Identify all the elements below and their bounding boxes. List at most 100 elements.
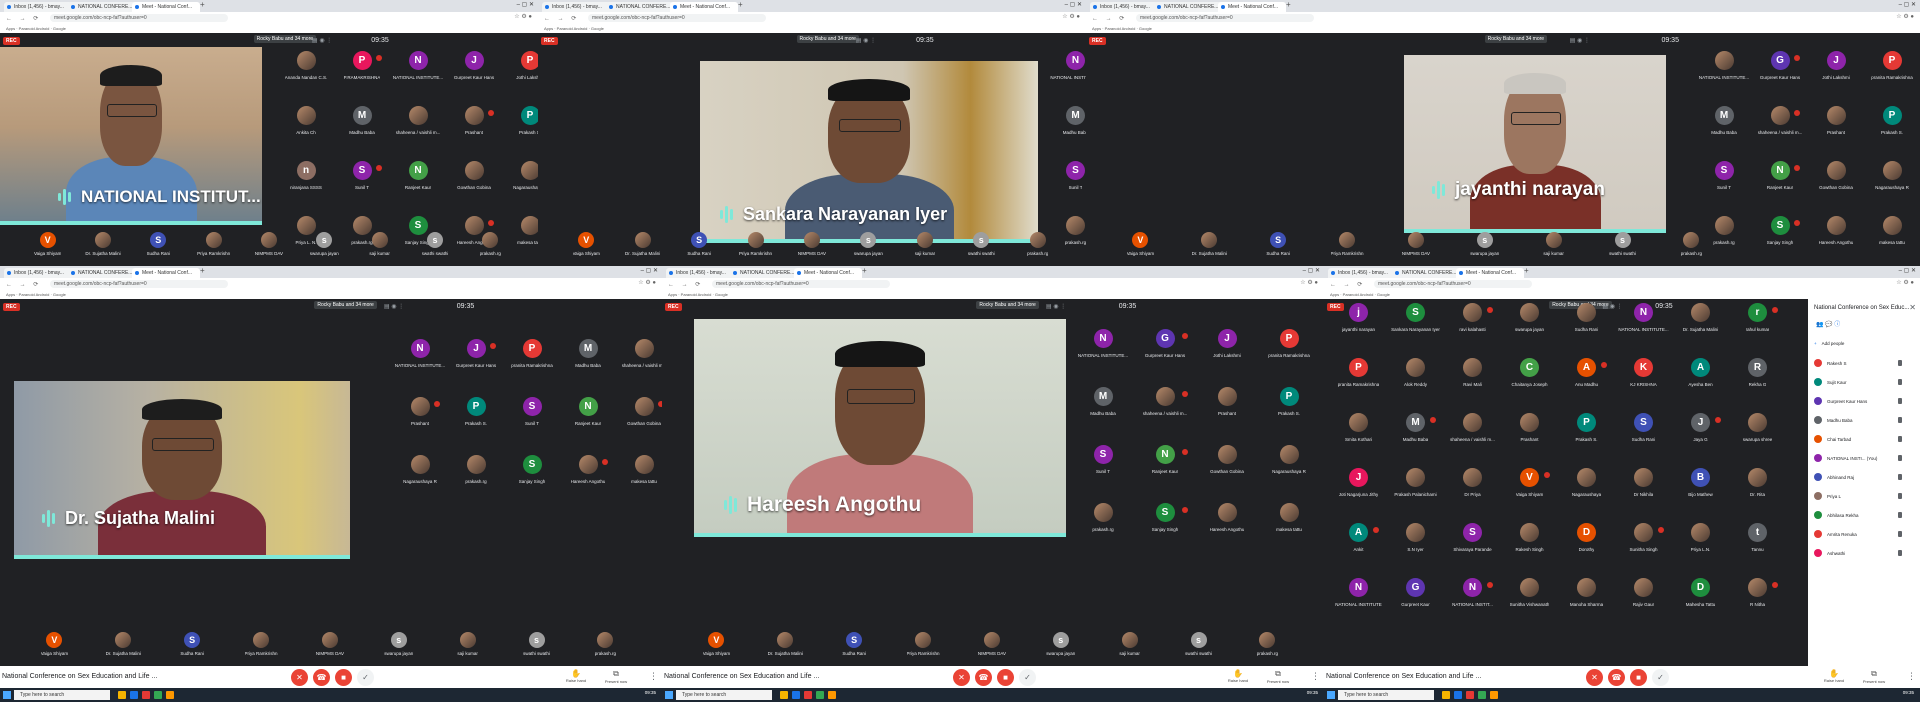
participant-tile[interactable]: S Sudha Rani [169,632,215,660]
people-panel-tabs[interactable]: 👥 💬 ⓘ [1816,319,1840,328]
participant-tile[interactable]: swarupa shree [1729,413,1786,468]
participant-tile[interactable]: S Sudha Rani [1255,232,1301,260]
participant-tile[interactable]: s swarupa jayan [1462,232,1508,260]
taskbar-search[interactable]: Type here to search [1338,690,1434,700]
participant-tile[interactable]: prakash.rg [467,232,513,260]
participant-tile[interactable]: S Sunil T [1072,445,1134,503]
leave-call-button[interactable]: ☎ [975,669,992,686]
header-icons[interactable]: ▤ ◉ ⋮ [1570,37,1590,44]
participant-tile[interactable]: S Sanjay Singh [1134,503,1196,561]
participant-tile[interactable]: Smita Kothari [1330,413,1387,468]
participant-tile[interactable]: S Sudha Rani [676,232,722,260]
taskbar-app-icon[interactable] [816,691,824,699]
windows-start-icon[interactable] [665,691,673,699]
participant-tile[interactable]: Ppranita Ramakrishna [1258,329,1320,387]
participant-tile[interactable]: Prashant [1196,387,1258,445]
taskbar-search[interactable]: Type here to search [14,690,110,700]
participant-tile[interactable]: Gowthan Gobina [446,161,502,216]
navigation-icons[interactable]: ← → ⟳ [668,281,703,288]
participant-tile[interactable]: prakash.rg [1668,232,1714,260]
taskbar-app-icon[interactable] [130,691,138,699]
participant-tile[interactable]: shaheena / vaishli m... [1134,387,1196,445]
participant-tile[interactable]: saji kumar [1531,232,1577,260]
participant-tile[interactable]: s swarupa jayan [845,232,891,260]
mic-off-button[interactable]: ✕ [1586,669,1603,686]
participant-tile[interactable]: C Chaitanya Joseph [1501,358,1558,413]
participant-tile[interactable]: r rahul kumar [1729,303,1786,358]
taskbar-app-icon[interactable] [1490,691,1498,699]
participant-tile[interactable]: n niranjana SSSS [278,161,334,216]
address-bar[interactable]: meet.google.com/obc-ncp-faf?authuser=0 [712,280,890,288]
people-list-item[interactable]: Chai Tarbad [1814,433,1902,445]
participant-tile[interactable]: prakash.rg [582,632,628,660]
participant-tile[interactable]: N NATIONAL INSTITUTE... [390,51,446,106]
active-speaker-video[interactable]: jayanthi narayan [1404,55,1666,233]
mic-off-button[interactable]: ✕ [953,669,970,686]
participant-tile[interactable]: Gowthan Gobina [1808,161,1864,216]
pin-icon[interactable] [1898,550,1902,556]
browser-tab[interactable]: Meet - National Conf... [1218,2,1286,12]
participant-tile[interactable]: G Gurpreet Kaur [1387,578,1444,633]
extension-icons[interactable]: ☆ ⚙ ● [1062,13,1080,20]
participant-tile[interactable]: N NATIONAL INSTIT... [1444,578,1501,633]
new-tab-icon[interactable]: + [1524,266,1529,275]
participant-tile[interactable]: s swathi swathi [1176,632,1222,660]
participant-tile[interactable]: S Sudha Rani [831,632,877,660]
extension-icons[interactable]: ☆ ⚙ ● [1896,279,1914,286]
participant-tile[interactable]: Nagaraushaya R [502,161,538,216]
participant-tile[interactable]: N NATIONAL INSTITUTE... [1048,51,1086,106]
participant-tile[interactable]: Prashant [446,106,502,161]
participant-tile[interactable]: swarupa jayan [1501,303,1558,358]
participant-tile[interactable]: Gowthan Gobina [616,397,662,455]
participant-tile[interactable]: Ankita Ch [278,106,334,161]
participant-tile[interactable]: Nagaraushaya R [1864,161,1920,216]
mic-off-button[interactable]: ✕ [291,669,308,686]
window-controls[interactable]: – ▢ ✕ [517,1,534,8]
host-chip[interactable]: Rocky Babu and 34 more [1484,35,1548,43]
participant-tile[interactable]: M Madhu Baba [560,339,616,397]
participant-tile[interactable]: Prashant [392,397,448,455]
more-options-icon[interactable]: ⋮ [649,671,658,682]
window-controls[interactable]: – ▢ ✕ [1899,1,1916,8]
participant-tile[interactable]: Ppranita Ramakrishna [1864,51,1920,106]
taskbar-search[interactable]: Type here to search [676,690,772,700]
captions-button[interactable]: ✓ [357,669,374,686]
people-list-item[interactable]: NATIONAL INSTI... (You) [1814,452,1902,464]
participant-tile[interactable]: s swarupa jayan [301,232,347,260]
participant-tile[interactable]: Ananda Nandan C.S. [278,51,334,106]
pin-icon[interactable] [1898,417,1902,423]
participant-tile[interactable]: Prakash Palanichami [1387,468,1444,523]
active-speaker-video[interactable]: Sankara Narayanan Iyer [700,61,1038,243]
participant-tile[interactable]: N Ranjeet Kaur [560,397,616,455]
participant-tile[interactable]: G Gurpreet Kaur Hans [1752,51,1808,106]
pin-icon[interactable] [1898,360,1902,366]
participant-tile[interactable]: S.N Iyer [1387,523,1444,578]
camera-off-button[interactable]: ■ [997,669,1014,686]
people-list-item[interactable]: Ashwathi [1814,547,1902,559]
participant-tile[interactable]: S Shivaraya Parande [1444,523,1501,578]
captions-button[interactable]: ✓ [1019,669,1036,686]
browser-tab[interactable]: NATIONAL CONFERE... [1154,2,1222,12]
raise-hand-button[interactable]: ✋ Raise hand [562,669,590,683]
active-speaker-video[interactable]: NATIONAL INSTITUT... [0,47,262,225]
participant-tile[interactable]: Dr. Sujatha Malini [762,632,808,660]
participant-tile[interactable]: saji kumar [357,232,403,260]
participant-tile[interactable]: ravi kalahasti [1444,303,1501,358]
raise-hand-button[interactable]: ✋ Raise hand [1224,669,1252,683]
participant-tile[interactable]: S Sudha Rani [1615,413,1672,468]
pin-icon[interactable] [1898,512,1902,518]
participant-tile[interactable]: Dr. Sujatha Malini [80,232,126,260]
participant-tile[interactable]: Rajiv Gaur [1615,578,1672,633]
participant-tile[interactable]: P Prakash S. [502,106,538,161]
participant-tile[interactable]: J Gurpreet Kaur Hans [446,51,502,106]
pin-icon[interactable] [1898,493,1902,499]
participant-tile[interactable]: s swarupa jayan [1038,632,1084,660]
address-bar[interactable]: meet.google.com/obc-ncp-faf?authuser=0 [1374,280,1532,288]
participant-tile[interactable]: P Prakash S. [1864,106,1920,161]
taskbar-app-icon[interactable] [828,691,836,699]
participant-tile[interactable]: K KJ KRISHNA [1615,358,1672,413]
browser-tab[interactable]: Meet - National Conf... [670,2,738,12]
present-now-button[interactable]: ⧉ Present now [1264,669,1292,684]
browser-tab[interactable]: Inbox (1,456) - bmay... [666,268,734,278]
participant-tile[interactable]: Priya L.N. [1672,523,1729,578]
